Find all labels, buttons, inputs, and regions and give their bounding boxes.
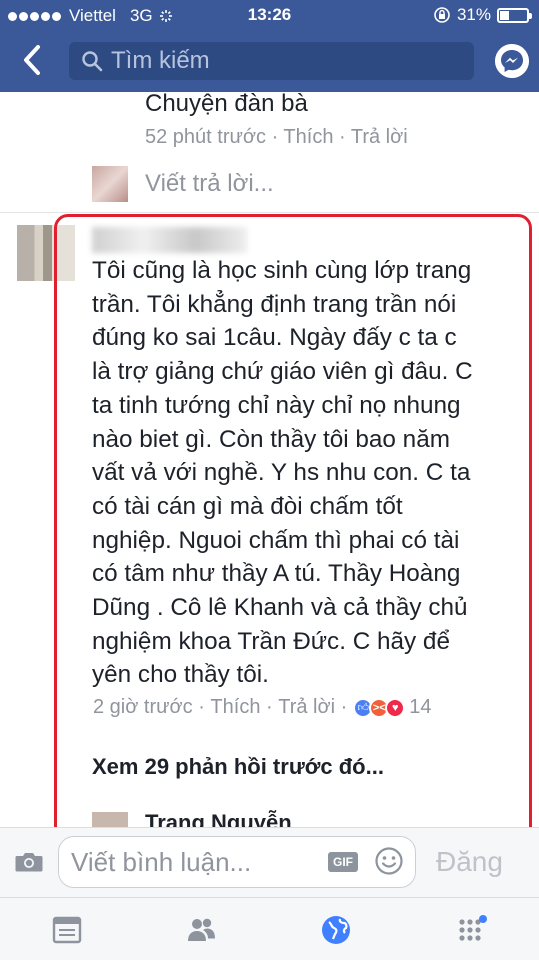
avatar — [92, 166, 128, 202]
friends-icon[interactable] — [185, 914, 217, 946]
write-reply-prompt: Viết trả lời... — [145, 170, 274, 197]
status-bar: Viettel 3G 13:26 31% — [0, 0, 539, 30]
back-chevron-icon[interactable] — [18, 42, 48, 78]
search-input[interactable]: Tìm kiếm — [69, 42, 474, 80]
comment-thread: Chuyện đàn bà 52 phút trước · Thích · Tr… — [0, 92, 539, 827]
previous-comment-text: Chuyện đàn bà — [145, 92, 308, 117]
search-icon — [82, 51, 103, 72]
divider — [0, 212, 539, 213]
gif-button[interactable]: GIF — [328, 852, 358, 872]
emoji-icon[interactable] — [374, 846, 404, 876]
search-placeholder: Tìm kiếm — [111, 47, 210, 74]
highlight-box — [54, 214, 532, 827]
more-menu-icon[interactable] — [456, 914, 488, 946]
tab-bar — [0, 897, 539, 960]
globe-notifications-icon[interactable] — [320, 914, 352, 946]
previous-comment-meta: 52 phút trước · Thích · Trả lời — [145, 126, 408, 148]
battery-percent: 31% — [456, 5, 491, 24]
orientation-lock-icon — [434, 7, 450, 23]
camera-icon[interactable] — [14, 850, 44, 874]
nav-bar: Tìm kiếm — [0, 30, 539, 92]
avatar[interactable] — [92, 812, 128, 827]
comment-input[interactable]: Viết bình luận... — [58, 836, 416, 888]
write-reply-row[interactable]: Viết trả lời... — [92, 166, 274, 202]
news-feed-icon[interactable] — [51, 914, 83, 946]
comment-placeholder: Viết bình luận... — [71, 846, 252, 877]
comment-composer: Viết bình luận... GIF Đăng — [0, 827, 539, 897]
messenger-icon[interactable] — [495, 44, 529, 78]
next-comment-author[interactable]: Trang Nguyễn — [145, 810, 292, 827]
battery-icon — [497, 7, 532, 23]
post-button[interactable]: Đăng — [436, 846, 503, 878]
view-previous-replies-link[interactable]: Xem 29 phản hồi trước đó... — [92, 754, 384, 780]
